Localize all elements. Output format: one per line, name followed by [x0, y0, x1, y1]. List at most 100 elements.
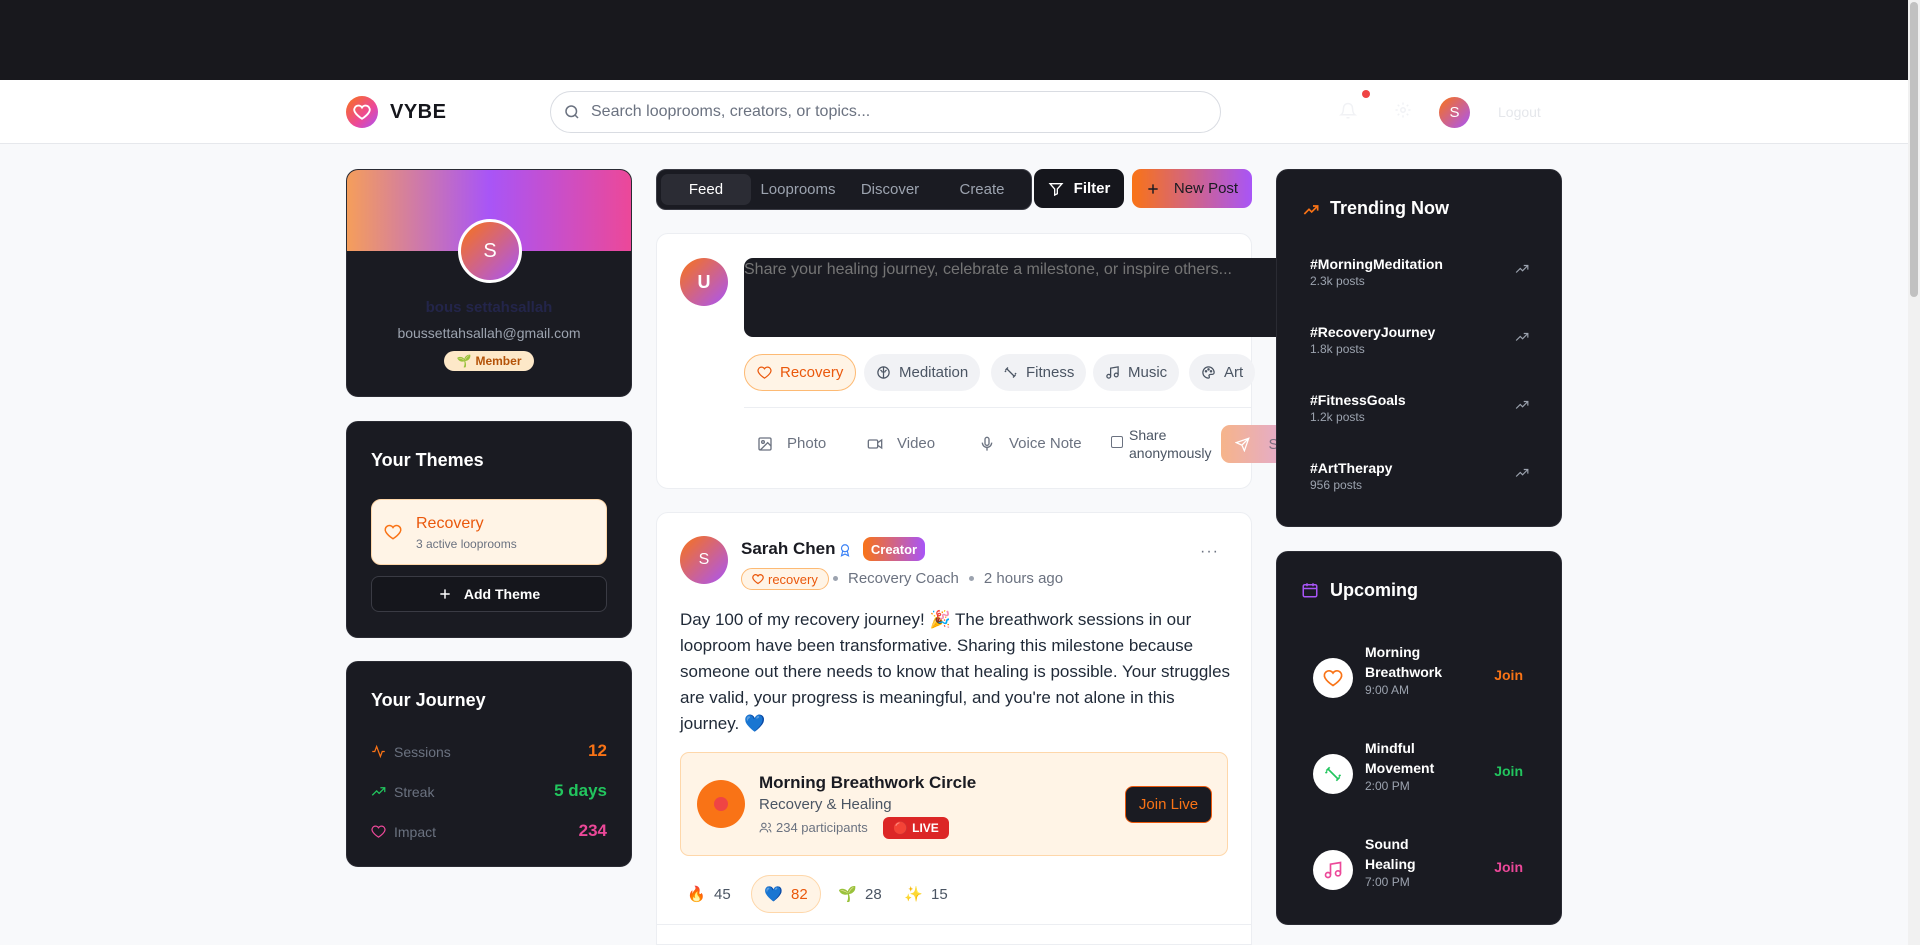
participants-count: 234 participants: [776, 820, 868, 835]
trending-count: 956 posts: [1310, 478, 1363, 492]
profile-email: boussettahsallah@gmail.com: [397, 325, 581, 341]
theme-name: Recovery: [416, 515, 484, 532]
trending-up-icon: [1515, 400, 1529, 409]
member-badge-label: Member: [475, 354, 522, 368]
anonymous-toggle[interactable]: Share anonymously: [1111, 426, 1219, 462]
chip-label: Art: [1224, 364, 1244, 381]
live-session-subtitle: Recovery & Healing: [759, 796, 892, 813]
plus-icon: [440, 589, 450, 599]
voice-note-button[interactable]: Voice Note: [979, 435, 1082, 452]
search-icon: [565, 105, 579, 119]
logo-heart-icon[interactable]: [346, 96, 378, 128]
trending-item[interactable]: #RecoveryJourney 1.8k posts: [1310, 324, 1530, 356]
anonymous-checkbox[interactable]: [1111, 436, 1123, 448]
tab-create[interactable]: Create: [937, 174, 1027, 205]
browser-top-bar: [0, 0, 1908, 80]
search-bar[interactable]: [550, 91, 1221, 133]
reaction-fire[interactable]: 🔥 45: [680, 875, 738, 913]
themes-title: Your Themes: [371, 450, 484, 470]
separator-dot: [968, 576, 974, 581]
tab-discover[interactable]: Discover: [845, 174, 935, 205]
trending-up-icon: [371, 787, 386, 796]
trending-up-icon: [1303, 205, 1319, 215]
more-options-icon[interactable]: ···: [1200, 543, 1219, 561]
trending-item[interactable]: #FitnessGoals 1.2k posts: [1310, 392, 1530, 424]
brain-icon: [877, 366, 890, 379]
video-button[interactable]: Video: [867, 435, 935, 452]
reaction-count: 45: [714, 885, 731, 903]
stat-label: Impact: [394, 824, 437, 840]
dumbbell-icon: [1313, 754, 1353, 794]
sprout-icon: 🌱: [838, 886, 857, 903]
join-button[interactable]: Join: [1494, 859, 1523, 875]
join-live-button[interactable]: Join Live: [1125, 786, 1212, 823]
journey-card: Your Journey Sessions 12 Streak 5 days I…: [346, 661, 632, 867]
filter-button[interactable]: Filter: [1034, 169, 1124, 208]
creator-badge: Creator: [863, 537, 925, 561]
settings-icon[interactable]: [1394, 101, 1412, 119]
themes-card: Your Themes Recovery 3 active looprooms …: [346, 421, 632, 638]
heart-icon: [371, 825, 386, 838]
post-author-avatar[interactable]: S: [680, 536, 728, 584]
new-post-button[interactable]: New Post: [1132, 169, 1252, 208]
reaction-sparkles[interactable]: ✨ 15: [897, 875, 955, 913]
theme-item-recovery[interactable]: Recovery 3 active looprooms: [371, 499, 607, 565]
search-input[interactable]: [591, 101, 1191, 123]
join-button[interactable]: Join: [1494, 667, 1523, 683]
tab-feed[interactable]: Feed: [661, 174, 751, 205]
sprout-icon: 🌱: [456, 354, 472, 368]
upcoming-item-title: Sound Healing: [1365, 836, 1416, 872]
profile-avatar[interactable]: S: [458, 219, 522, 283]
stat-value: 5 days: [554, 781, 607, 800]
page-scrollbar[interactable]: [1908, 0, 1920, 945]
logout-link[interactable]: Logout: [1498, 104, 1541, 120]
reaction-sprout[interactable]: 🌱 28: [831, 875, 889, 913]
upcoming-item: Mindful Movement 2:00 PM Join: [1313, 738, 1533, 808]
tool-label: Video: [897, 435, 936, 452]
app-name[interactable]: VYBE: [390, 101, 446, 124]
trending-item[interactable]: #ArtTherapy 956 posts: [1310, 460, 1530, 492]
blue-heart-icon: 💙: [764, 886, 783, 903]
post-author-name[interactable]: Sarah Chen: [741, 539, 835, 559]
chip-fitness[interactable]: Fitness: [991, 354, 1087, 391]
trending-up-icon: [1515, 468, 1529, 477]
chip-meditation[interactable]: Meditation: [864, 354, 981, 391]
scrollbar-thumb[interactable]: [1910, 2, 1918, 297]
photo-button[interactable]: Photo: [757, 435, 826, 452]
upcoming-title: Upcoming: [1330, 580, 1418, 600]
reaction-blue-heart[interactable]: 💙 82: [751, 875, 821, 913]
heart-icon: [384, 524, 402, 540]
live-participants: 234 participants: [759, 820, 868, 835]
chip-recovery[interactable]: Recovery: [744, 354, 857, 391]
stat-label: Streak: [394, 784, 435, 800]
chip-label: Meditation: [899, 364, 969, 381]
filter-label: Filter: [1073, 180, 1111, 197]
chip-music[interactable]: Music: [1093, 354, 1180, 391]
user-avatar[interactable]: S: [1439, 97, 1470, 128]
upcoming-item-title: Mindful Movement: [1365, 740, 1435, 776]
live-session-card[interactable]: Morning Breathwork Circle Recovery & Hea…: [680, 752, 1228, 856]
add-theme-button[interactable]: Add Theme: [371, 576, 607, 612]
stat-value: 12: [588, 741, 607, 760]
reaction-count: 15: [931, 885, 948, 903]
upcoming-card: Upcoming Morning Breathwork 9:00 AM Join…: [1276, 551, 1562, 925]
chip-label: Fitness: [1026, 364, 1075, 381]
reaction-count: 82: [791, 885, 808, 903]
join-button[interactable]: Join: [1494, 763, 1523, 779]
theme-subtitle: 3 active looprooms: [416, 537, 517, 551]
journey-stat-streak: Streak 5 days: [371, 781, 607, 803]
bell-icon[interactable]: [1339, 101, 1357, 121]
upcoming-item-title: Morning Breathwork: [1365, 644, 1443, 680]
tab-looprooms[interactable]: Looprooms: [753, 174, 843, 205]
reaction-count: 28: [865, 885, 882, 903]
upcoming-item: Sound Healing 7:00 PM Join: [1313, 834, 1533, 904]
post-body: Day 100 of my recovery journey! 🎉 The br…: [680, 610, 1231, 733]
post-tag[interactable]: recovery: [741, 568, 829, 590]
chip-art[interactable]: Art: [1189, 354, 1256, 391]
compose-textarea[interactable]: [744, 258, 1292, 337]
upcoming-item: Morning Breathwork 9:00 AM Join: [1313, 642, 1533, 712]
trending-tag: #MorningMeditation: [1310, 256, 1443, 272]
upcoming-item-time: 9:00 AM: [1365, 683, 1410, 697]
stat-value: 234: [578, 821, 607, 840]
trending-item[interactable]: #MorningMeditation 2.3k posts: [1310, 256, 1530, 288]
